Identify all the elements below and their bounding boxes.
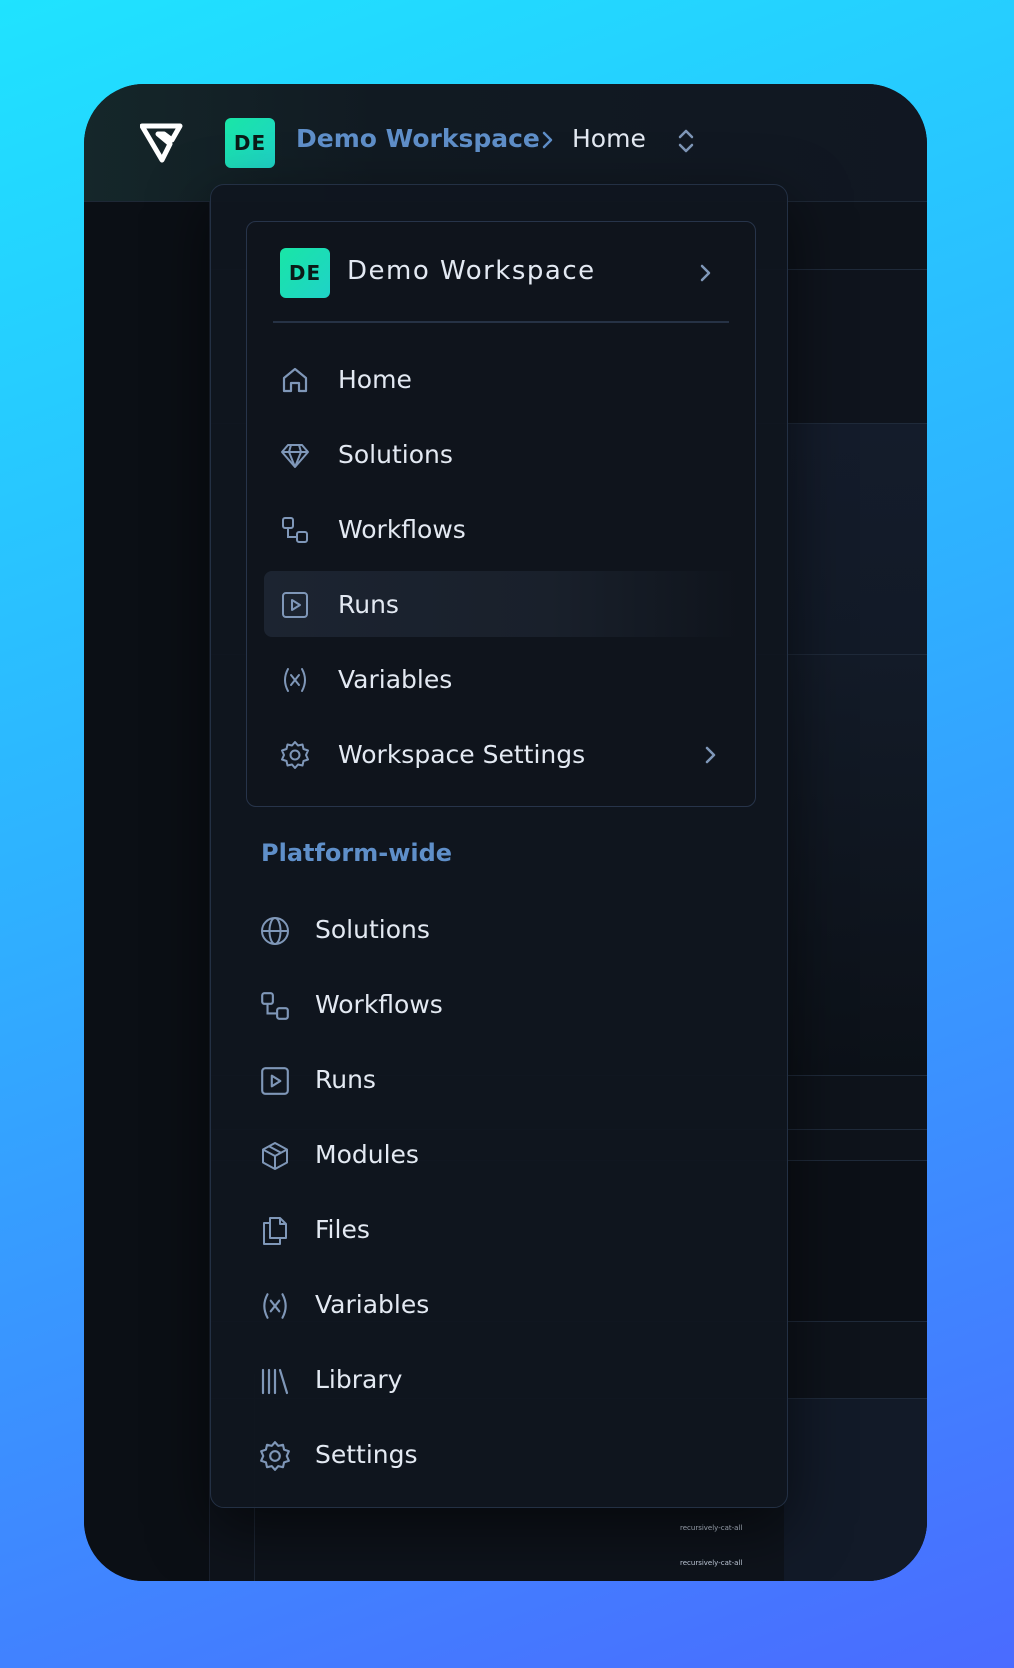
menu-item-label: Solutions bbox=[315, 915, 430, 944]
background-panel bbox=[784, 1161, 927, 1321]
menu-item-label: Workflows bbox=[338, 515, 466, 544]
breadcrumb-page[interactable]: Home bbox=[572, 124, 646, 153]
menu-item-label: Home bbox=[338, 365, 412, 394]
background-panel bbox=[784, 270, 927, 423]
files-icon bbox=[259, 1215, 291, 1247]
menu-item-home[interactable]: Home bbox=[264, 346, 740, 412]
menu-item-label: Workspace Settings bbox=[338, 740, 586, 769]
chevron-up-down-icon[interactable] bbox=[674, 126, 698, 156]
menu-item-label: Runs bbox=[315, 1065, 376, 1094]
menu-item-label: Workflows bbox=[315, 990, 443, 1019]
globe-icon bbox=[259, 915, 291, 947]
package-icon bbox=[259, 1140, 291, 1172]
variable-icon bbox=[259, 1290, 291, 1322]
menu-item-label: Variables bbox=[338, 665, 453, 694]
menu-item-label: Library bbox=[315, 1365, 403, 1394]
background-panel bbox=[784, 655, 927, 1075]
diamond-icon bbox=[280, 440, 310, 470]
menu-item-solutions[interactable]: Solutions bbox=[264, 421, 740, 487]
divider bbox=[273, 321, 729, 323]
workspace-badge[interactable]: DE bbox=[225, 118, 275, 168]
app-window: recursively-cat-all recursively-cat-all … bbox=[84, 84, 927, 1581]
menu-item-variables[interactable]: Variables bbox=[264, 646, 740, 712]
menu-item-workspace-settings[interactable]: Workspace Settings bbox=[264, 721, 740, 787]
workspace-name: Demo Workspace bbox=[347, 256, 596, 286]
background-panel bbox=[784, 1399, 927, 1581]
background-panel bbox=[784, 424, 927, 654]
menu-item-platform-solutions[interactable]: Solutions bbox=[245, 897, 745, 963]
workflow-node-label: recursively-cat-all bbox=[680, 1559, 743, 1567]
menu-item-platform-runs[interactable]: Runs bbox=[245, 1047, 745, 1113]
menu-item-label: Runs bbox=[338, 590, 399, 619]
workspace-section: DE Demo Workspace Home Solutions Workflo… bbox=[246, 221, 756, 807]
menu-item-label: Variables bbox=[315, 1290, 430, 1319]
section-title-platform-wide: Platform-wide bbox=[261, 839, 453, 867]
menu-item-label: Files bbox=[315, 1215, 370, 1244]
gear-icon bbox=[280, 740, 310, 770]
chevron-right-icon bbox=[539, 128, 557, 152]
library-icon bbox=[259, 1365, 291, 1397]
menu-item-label: Settings bbox=[315, 1440, 418, 1469]
workspace-switcher[interactable]: DE Demo Workspace bbox=[247, 222, 755, 322]
home-icon bbox=[280, 365, 310, 395]
breadcrumb-workspace[interactable]: Demo Workspace bbox=[296, 124, 540, 153]
menu-item-label: Modules bbox=[315, 1140, 419, 1169]
workspace-dropdown-menu: DE Demo Workspace Home Solutions Workflo… bbox=[210, 184, 788, 1508]
menu-item-workflows[interactable]: Workflows bbox=[264, 496, 740, 562]
gear-icon bbox=[259, 1440, 291, 1472]
menu-item-platform-workflows[interactable]: Workflows bbox=[245, 972, 745, 1038]
menu-item-platform-library[interactable]: Library bbox=[245, 1347, 745, 1413]
app-logo-icon[interactable] bbox=[140, 120, 184, 164]
workspace-badge: DE bbox=[280, 248, 330, 298]
menu-item-runs[interactable]: Runs bbox=[264, 571, 740, 637]
play-icon bbox=[259, 1065, 291, 1097]
menu-item-label: Solutions bbox=[338, 440, 453, 469]
workflow-icon bbox=[280, 515, 310, 545]
variable-icon bbox=[280, 665, 310, 695]
workflow-node-label: recursively-cat-all bbox=[680, 1524, 743, 1532]
menu-item-platform-files[interactable]: Files bbox=[245, 1197, 745, 1263]
menu-item-platform-variables[interactable]: Variables bbox=[245, 1272, 745, 1338]
workflow-icon bbox=[259, 990, 291, 1022]
background-sidebar bbox=[84, 202, 210, 1581]
chevron-right-icon bbox=[697, 260, 715, 286]
chevron-right-icon bbox=[702, 742, 720, 768]
menu-item-platform-modules[interactable]: Modules bbox=[245, 1122, 745, 1188]
menu-item-platform-settings[interactable]: Settings bbox=[245, 1422, 745, 1488]
play-icon bbox=[280, 590, 310, 620]
